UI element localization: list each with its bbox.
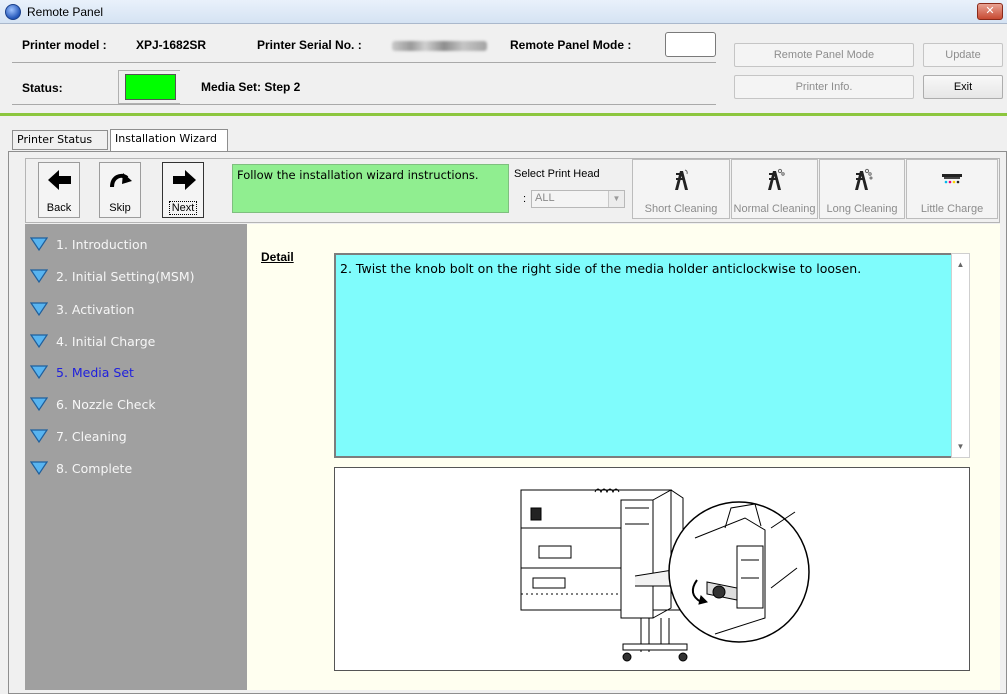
tab-installation-wizard[interactable]: Installation Wizard [110, 129, 228, 151]
window-title: Remote Panel [27, 5, 104, 19]
detail-text: 2. Twist the knob bolt on the right side… [340, 261, 862, 276]
printer-model-label: Printer model : [22, 38, 107, 52]
status-label: Status: [22, 81, 63, 95]
long-cleaning-button[interactable]: Long Cleaning [819, 159, 905, 219]
step-cleaning[interactable]: 7. Cleaning [30, 427, 127, 447]
step-media-set[interactable]: 5. Media Set [30, 363, 134, 383]
step-initial-setting[interactable]: 2. Initial Setting(MSM) [30, 267, 194, 287]
long-cleaning-icon [855, 168, 873, 190]
printer-model-value: XPJ-1682SR [136, 38, 207, 52]
exit-button[interactable]: Exit [923, 75, 1003, 99]
normal-cleaning-icon [767, 168, 785, 190]
scroll-up-icon[interactable]: ▲ [952, 260, 969, 269]
close-button[interactable]: ✕ [977, 3, 1003, 20]
instruction-illustration [334, 467, 970, 671]
step-introduction[interactable]: 1. Introduction [30, 235, 148, 255]
little-charge-label: Little Charge [920, 203, 984, 215]
triangle-down-icon [30, 429, 48, 443]
back-button[interactable]: Back [38, 162, 80, 218]
printer-media-holder-illustration [520, 488, 810, 662]
remote-mode-indicator [665, 32, 716, 57]
update-button[interactable]: Update [923, 43, 1003, 67]
remote-panel-mode-button[interactable]: Remote Panel Mode [734, 43, 914, 67]
step-initial-charge[interactable]: 4. Initial Charge [30, 332, 155, 352]
detail-scrollbar[interactable]: ▲ ▼ [951, 253, 970, 458]
triangle-down-icon [30, 237, 48, 251]
back-label: Back [46, 202, 72, 214]
serial-label: Printer Serial No. : [257, 38, 362, 52]
next-label: Next [168, 201, 198, 215]
triangle-down-icon [30, 269, 48, 283]
redo-arrow-icon [110, 173, 132, 188]
step-activation[interactable]: 3. Activation [30, 300, 134, 320]
status-text: Media Set: Step 2 [201, 80, 301, 94]
serial-value-redacted [392, 41, 487, 51]
app-logo-icon [5, 4, 21, 20]
remote-mode-label: Remote Panel Mode : [510, 38, 632, 52]
print-head-select-value: ALL [535, 192, 555, 204]
tab-printer-status[interactable]: Printer Status [12, 130, 108, 150]
little-charge-button[interactable]: Little Charge [906, 159, 998, 219]
short-cleaning-icon [675, 169, 688, 190]
triangle-down-icon [30, 334, 48, 348]
detail-textbox[interactable]: 2. Twist the knob bolt on the right side… [334, 253, 970, 458]
normal-cleaning-label: Normal Cleaning [733, 203, 816, 215]
print-head-select[interactable]: ALL ▼ [531, 190, 625, 208]
detail-label: Detail [261, 250, 294, 264]
triangle-down-icon [30, 365, 48, 379]
header-divider [12, 62, 716, 63]
accent-divider [0, 113, 1007, 116]
normal-cleaning-button[interactable]: Normal Cleaning [731, 159, 818, 219]
triangle-down-icon [30, 461, 48, 475]
chevron-down-icon[interactable]: ▼ [608, 191, 624, 207]
scroll-down-icon[interactable]: ▼ [952, 442, 969, 451]
short-cleaning-label: Short Cleaning [644, 203, 718, 215]
skip-button[interactable]: Skip [99, 162, 141, 218]
select-print-head-colon: : [523, 193, 527, 205]
long-cleaning-label: Long Cleaning [826, 203, 898, 215]
arrow-left-icon [48, 170, 71, 190]
wizard-steps-sidebar [25, 224, 247, 690]
printer-info-button[interactable]: Printer Info. [734, 75, 914, 99]
triangle-down-icon [30, 397, 48, 411]
skip-label: Skip [109, 202, 131, 214]
header-divider-bottom [12, 104, 716, 105]
title-bar[interactable] [0, 0, 1007, 24]
step-complete[interactable]: 8. Complete [30, 459, 132, 479]
instruction-message: Follow the installation wizard instructi… [232, 164, 509, 213]
next-button[interactable]: Next [162, 162, 204, 218]
triangle-down-icon [30, 302, 48, 316]
select-print-head-label: Select Print Head [514, 168, 600, 180]
step-nozzle-check[interactable]: 6. Nozzle Check [30, 395, 156, 415]
ink-charge-icon [942, 174, 962, 184]
status-indicator [125, 74, 176, 100]
arrow-right-icon [173, 170, 196, 190]
short-cleaning-button[interactable]: Short Cleaning [632, 159, 730, 219]
